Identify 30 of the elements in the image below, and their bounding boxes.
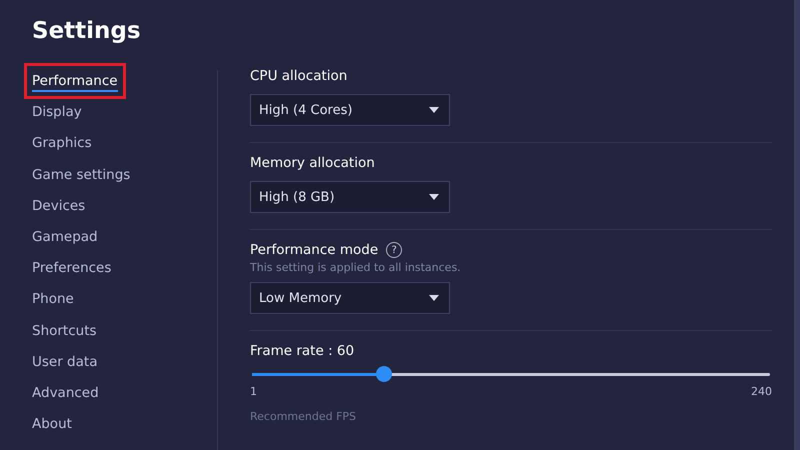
slider-min: 1 — [250, 385, 257, 398]
setting-label: Frame rate : 60 — [250, 342, 356, 361]
sidebar-item[interactable]: Graphics — [32, 135, 92, 154]
scrollbar[interactable] — [794, 0, 800, 450]
sidebar-item[interactable]: Display — [32, 104, 82, 124]
caret-icon — [429, 194, 439, 200]
page-title: Settings — [32, 17, 142, 46]
slider-max: 240 — [751, 385, 772, 398]
setting-label: Memory allocation — [250, 154, 375, 173]
sidebar-item[interactable]: Preferences — [32, 260, 112, 280]
help-icon[interactable]: ? — [386, 242, 402, 258]
caret-icon — [429, 295, 439, 301]
sidebar-item[interactable]: About — [32, 416, 72, 436]
sidebar-item[interactable]: User data — [32, 354, 98, 373]
sidebar-item[interactable]: Performance — [32, 73, 118, 92]
sidebar-item[interactable]: Game settings — [32, 166, 130, 186]
sidebar-item[interactable]: Shortcuts — [32, 322, 97, 342]
sidebar-item[interactable]: Devices — [32, 198, 86, 217]
dropdown[interactable]: Low Memory — [250, 282, 450, 314]
setting-label: Performance mode — [250, 241, 378, 260]
setting-hint: Recommended FPS — [250, 410, 358, 423]
dropdown[interactable]: High (8 GB) — [250, 181, 450, 213]
setting-label: CPU allocation — [250, 67, 348, 86]
sidebar-item[interactable]: Phone — [32, 291, 74, 310]
setting-hint: This setting is applied to all instances. — [250, 261, 462, 274]
slider[interactable] — [250, 366, 772, 382]
caret-icon — [429, 107, 439, 113]
dropdown[interactable]: High (4 Cores) — [250, 94, 450, 126]
sidebar-item[interactable]: Advanced — [32, 384, 99, 404]
sidebar-item[interactable]: Gamepad — [32, 228, 98, 248]
